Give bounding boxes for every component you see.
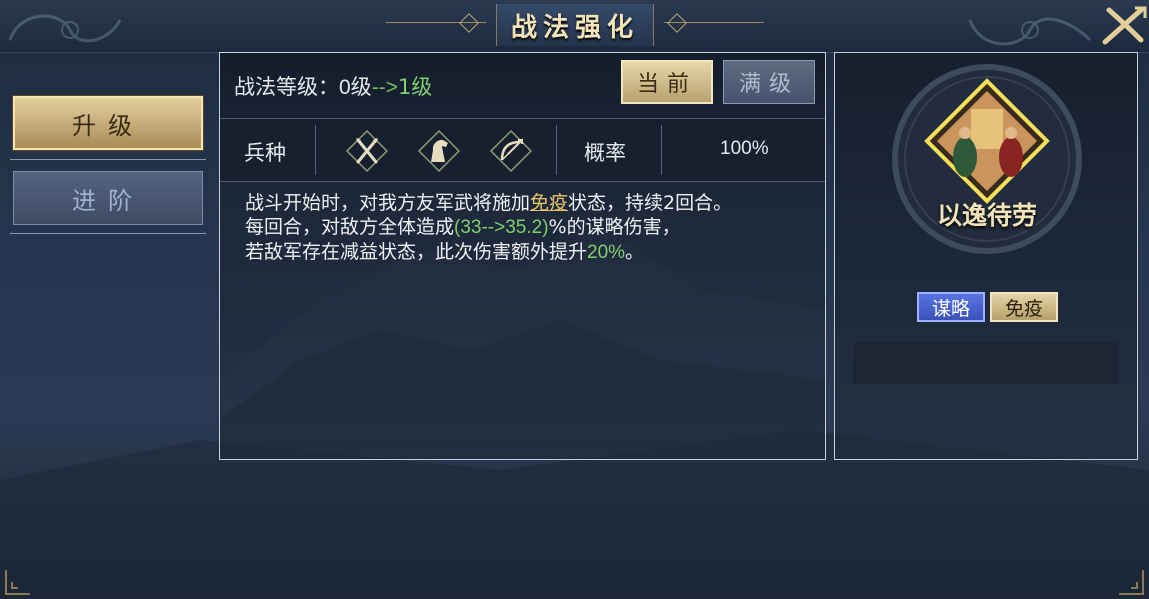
- page-title: 战法强化: [510, 12, 639, 43]
- damage-value: (33-->35.2): [454, 217, 549, 238]
- corner-ornament-icon: [5, 570, 30, 595]
- diamond-icon: [459, 13, 479, 33]
- description-text: 若敌军存在减益状态，此次伤害额外提升: [245, 241, 588, 263]
- max-level-button[interactable]: 满级: [723, 60, 815, 104]
- tactic-level-label: 战法等级：: [234, 75, 339, 99]
- skill-tag-strategy: 谋略: [917, 292, 985, 322]
- troop-row: 兵种 概率 100%: [220, 118, 825, 182]
- tactic-level: 战法等级：0级-->1级: [234, 71, 432, 101]
- spear-icon: [345, 129, 389, 173]
- tab-advance[interactable]: 进阶: [13, 171, 203, 225]
- empty-slot: [853, 342, 1118, 384]
- cavalry-icon: [417, 129, 461, 173]
- diamond-icon: [667, 13, 687, 33]
- tactic-detail-panel: 战法等级：0级-->1级 当前 满级 兵种 概率 100% 战斗开始时，对我方友…: [219, 52, 826, 460]
- divider: [556, 125, 557, 175]
- current-button[interactable]: 当前: [621, 60, 713, 104]
- title-bar: 战法强化: [0, 0, 1149, 53]
- skill-info-panel: 以逸待劳 谋略 免疫: [834, 52, 1138, 460]
- divider: [315, 125, 316, 175]
- immunity-keyword-link[interactable]: 免疫: [530, 192, 568, 214]
- cloud-ornament-icon: [8, 14, 122, 43]
- skill-name: 以逸待劳: [936, 201, 1037, 230]
- close-icon[interactable]: [1099, 4, 1147, 46]
- probability-value: 100%: [720, 138, 769, 159]
- archer-icon: [489, 129, 533, 173]
- description-text: 。: [625, 241, 645, 263]
- divider: [10, 233, 206, 234]
- tactic-level-current: 0级: [339, 76, 372, 99]
- tactic-description: 战斗开始时，对我方友军武将施加免疫状态，持续2回合。 每回合，对敌方全体造成(3…: [245, 191, 805, 265]
- skill-tag-immunity: 免疫: [990, 292, 1058, 322]
- tactic-level-next: 1级: [397, 75, 433, 99]
- probability-label: 概率: [584, 141, 626, 165]
- title-plate: 战法强化: [496, 4, 654, 46]
- description-text: 战斗开始时，对我方友军武将施加: [245, 192, 531, 214]
- cloud-ornament-icon: [968, 17, 1092, 46]
- bonus-value: 20%: [587, 242, 626, 263]
- description-text: 状态，持续2回合。: [568, 192, 733, 214]
- tactic-level-arrow: -->: [371, 76, 398, 99]
- troop-label: 兵种: [244, 141, 286, 165]
- tab-upgrade[interactable]: 升级: [13, 96, 203, 150]
- divider: [10, 159, 206, 160]
- divider: [661, 125, 662, 175]
- description-text: 每回合，对敌方全体造成: [245, 216, 455, 238]
- corner-ornament-icon: [1119, 570, 1144, 595]
- description-text: %的谋略伤害，: [548, 216, 681, 238]
